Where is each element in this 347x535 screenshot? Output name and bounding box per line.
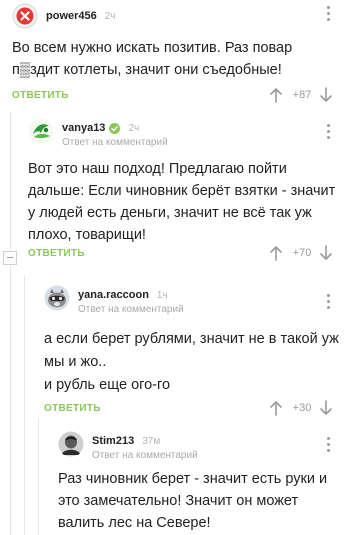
comment-time: 2ч (128, 122, 140, 134)
upvote-arrow-icon[interactable] (269, 87, 283, 103)
comment-time: 2ч (104, 10, 116, 22)
comment-meta: power456 2ч (46, 8, 116, 24)
author-name[interactable]: Stim213 (92, 435, 134, 447)
author-name[interactable]: vanya13 (62, 122, 105, 134)
reply-to-link[interactable]: Ответ на комментарий (62, 137, 168, 148)
reply-to-target[interactable]: комментарий (122, 304, 184, 315)
author-name[interactable]: power456 (46, 10, 97, 22)
downvote-arrow-icon[interactable] (319, 400, 333, 416)
reply-to-target[interactable]: комментарий (106, 137, 168, 148)
comment-header: power456 2ч (12, 3, 116, 29)
comment-header: Stim213 37м Ответ на комментарий (58, 431, 198, 461)
rating-value: +30 (292, 402, 312, 414)
comment-text: а если берет рублями, значит не в такой … (44, 331, 339, 393)
comment-time: 1ч (156, 289, 168, 301)
comment-meta: Stim213 37м Ответ на комментарий (92, 433, 198, 461)
downvote-arrow-icon[interactable] (319, 245, 333, 261)
comment-header: vanya13 2ч Ответ на комментарий (28, 118, 168, 148)
vote-controls: +87 (269, 85, 333, 105)
comment-vanya13: vanya13 2ч Ответ на комментарий Вот это … (0, 112, 347, 274)
more-options-icon[interactable] (327, 124, 331, 139)
verified-check-icon (109, 122, 121, 134)
comment-text: Вот это наш подход! Предлагаю пойти даль… (28, 161, 336, 243)
upvote-arrow-icon[interactable] (269, 400, 283, 416)
reply-to-prefix: Ответ на (62, 137, 104, 148)
comment-yana-raccoon: yana.raccoon 1ч Ответ на комментарий а е… (0, 280, 347, 420)
comment-text: Во всем нужно искать позитив. Раз повар … (12, 40, 293, 78)
downvote-arrow-icon[interactable] (319, 87, 333, 103)
comment-time: 37м (142, 435, 161, 447)
reply-button[interactable]: ОТВЕТИТЬ (28, 248, 85, 259)
deleted-user-x-icon[interactable] (12, 3, 38, 29)
reply-to-link[interactable]: Ответ на комментарий (92, 450, 198, 461)
comment-stim213: Stim213 37м Ответ на комментарий Раз чин… (0, 424, 347, 535)
reply-to-prefix: Ответ на (92, 450, 134, 461)
rating-value: +87 (292, 89, 312, 101)
comment-text: Раз чиновник берет - значит есть руки и … (58, 471, 328, 531)
green-globe-avatar[interactable] (28, 118, 54, 144)
reply-button[interactable]: ОТВЕТИТЬ (44, 403, 101, 414)
more-options-icon[interactable] (327, 294, 331, 309)
reply-to-target[interactable]: комментарий (136, 450, 198, 461)
more-options-icon[interactable] (327, 437, 331, 452)
vote-controls: +30 (269, 398, 333, 418)
upvote-arrow-icon[interactable] (269, 245, 283, 261)
more-options-icon[interactable] (327, 6, 331, 21)
bw-photo-avatar[interactable] (58, 431, 84, 457)
vote-controls: +70 (269, 243, 333, 263)
comment-meta: vanya13 2ч Ответ на комментарий (62, 120, 168, 148)
reply-to-prefix: Ответ на (78, 304, 120, 315)
rating-value: +70 (292, 247, 312, 259)
comment-header: yana.raccoon 1ч Ответ на комментарий (44, 285, 184, 315)
comment-power456: power456 2ч Во всем нужно искать позитив… (0, 0, 347, 110)
author-name[interactable]: yana.raccoon (78, 289, 149, 301)
reply-to-link[interactable]: Ответ на комментарий (78, 304, 184, 315)
raccoon-avatar[interactable] (44, 285, 70, 311)
comment-meta: yana.raccoon 1ч Ответ на комментарий (78, 287, 184, 315)
reply-button[interactable]: ОТВЕТИТЬ (12, 90, 69, 101)
